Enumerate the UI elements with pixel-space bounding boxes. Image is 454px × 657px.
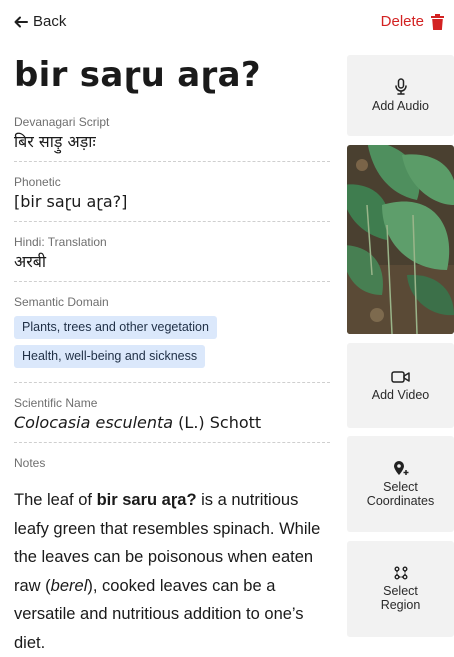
delete-label: Delete: [380, 13, 424, 30]
add-video-label: Add Video: [371, 387, 430, 402]
scientific-authority: (L.) Schott: [173, 413, 262, 432]
leaf-photo-image: [347, 145, 454, 334]
select-coordinates-label: Select: [383, 480, 418, 494]
trash-icon: [431, 13, 444, 30]
entry-details: bir saɽu aɽa? Devanagari Script बिर साड़…: [14, 52, 330, 657]
map-pin-plus-icon: [393, 461, 408, 475]
scientific-name-field: Scientific Name Colocasia esculenta (L.)…: [14, 395, 330, 443]
semantic-domain-label: Semantic Domain: [14, 295, 109, 309]
phonetic-label: Phonetic: [14, 175, 61, 189]
select-coordinates-button[interactable]: Select Coordinates: [347, 436, 454, 532]
scientific-name-value[interactable]: Colocasia esculenta (L.) Schott: [14, 412, 330, 434]
arrow-left-icon: [14, 16, 28, 27]
notes-text-part: The leaf of: [14, 491, 97, 509]
add-audio-button[interactable]: Add Audio: [347, 55, 454, 136]
select-coordinates-label: Coordinates: [366, 494, 435, 508]
semantic-chip[interactable]: Plants, trees and other vegetation: [14, 316, 217, 339]
page-title: bir saɽu aɽa?: [14, 55, 261, 95]
scientific-binomial: Colocasia esculenta: [14, 413, 174, 432]
select-region-label: Select: [383, 584, 418, 598]
top-bar: Back Delete: [0, 0, 454, 46]
translation-label: Hindi: Translation: [14, 235, 107, 249]
translation-field: Hindi: Translation अरबी: [14, 234, 330, 282]
phonetic-value[interactable]: [bir saɽu aɽa?]: [14, 191, 330, 213]
add-audio-label: Add Audio: [372, 99, 429, 113]
semantic-domain-field: Semantic Domain Plants, trees and other …: [14, 294, 330, 383]
semantic-domain-chips: Plants, trees and other vegetation Healt…: [14, 316, 330, 374]
scientific-name-label: Scientific Name: [14, 396, 98, 410]
select-region-label: Region: [380, 598, 421, 612]
devanagari-label: Devanagari Script: [14, 115, 110, 129]
semantic-chip[interactable]: Health, well-being and sickness: [14, 345, 206, 368]
microphone-icon: [394, 78, 407, 95]
select-region-button[interactable]: Select Region: [347, 541, 454, 637]
phonetic-field: Phonetic [bir saɽu aɽa?]: [14, 174, 330, 222]
delete-button[interactable]: Delete: [381, 13, 444, 30]
region-icon: [394, 566, 407, 580]
devanagari-field: Devanagari Script बिर साड़ु अड़ाः: [14, 114, 330, 162]
notes-bold-term: bir saru aɽa?: [96, 491, 197, 509]
devanagari-value[interactable]: बिर साड़ु अड़ाः: [14, 131, 330, 153]
notes-label: Notes: [14, 456, 46, 470]
plant-photo[interactable]: [347, 145, 454, 334]
back-button[interactable]: Back: [14, 13, 66, 30]
notes-text[interactable]: The leaf of bir saru aɽa? is a nutritiou…: [14, 486, 328, 657]
notes-italic-term: berel: [50, 576, 88, 595]
translation-value[interactable]: अरबी: [14, 251, 330, 273]
add-video-button[interactable]: Add Video: [347, 343, 454, 428]
back-label: Back: [33, 13, 67, 30]
video-camera-icon: [390, 370, 410, 383]
